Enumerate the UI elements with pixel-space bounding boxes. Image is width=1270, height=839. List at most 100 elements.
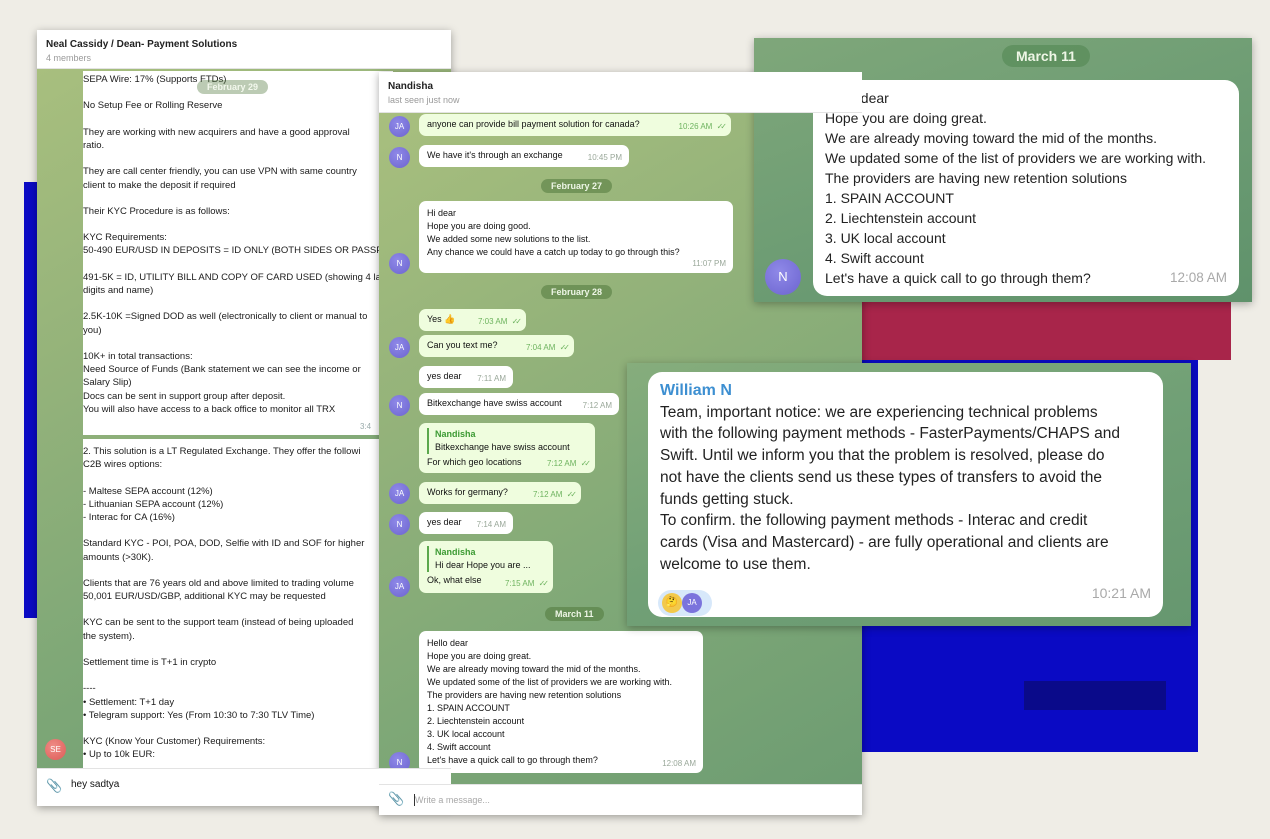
message-line: To confirm. the following payment method… (660, 512, 1088, 530)
message-time: 7:04 AM ✓✓ (526, 343, 570, 352)
message-line: 10K+ in total transactions: (83, 350, 193, 362)
message-line: 50,001 EUR/USD/GBP, additional KYC may b… (83, 591, 326, 603)
member-count: 4 members (46, 53, 92, 63)
message-text: yes dear (427, 371, 462, 381)
date-pill: March 11 (545, 607, 604, 621)
message-line: ---- (83, 683, 96, 695)
message-line: - Maltese SEPA account (12%) (83, 485, 213, 497)
last-seen-status: last seen just now (388, 95, 460, 105)
avatar-ja[interactable]: JA (389, 576, 410, 597)
attach-icon[interactable]: 📎 (46, 778, 62, 794)
message-line: Team, important notice: we are experienc… (660, 403, 1098, 421)
avatar-ja[interactable]: JA (389, 116, 410, 137)
message-line: 1. SPAIN ACCOUNT (825, 190, 954, 206)
message-line: 491-5K = ID, UTILITY BILL AND COPY OF CA… (83, 271, 386, 283)
chat-header: Neal Cassidy / Dean- Payment Solutions 4… (37, 30, 451, 69)
message-line: digits and name) (83, 285, 154, 296)
attach-icon[interactable]: 📎 (388, 791, 404, 807)
date-pill: February 27 (541, 179, 613, 193)
message-text: Can you text me? (427, 340, 498, 350)
message-line: not have the clients send us these types… (660, 468, 1103, 486)
message-line: client to make the deposit if required (83, 179, 236, 191)
message-line: 1. SPAIN ACCOUNT (427, 703, 510, 713)
date-pill: February 28 (541, 285, 613, 299)
message-line: amounts (>30K). (83, 551, 154, 563)
message-line: 4. Swift account (825, 250, 924, 266)
message-bubble: Hi dear Hope you are doing good. We adde… (419, 201, 733, 273)
message-time: 10:45 PM (587, 153, 622, 162)
message-text: Bitkexchange have swiss account (427, 398, 562, 408)
message-line: Clients that are 76 years old and above … (83, 577, 354, 589)
message-line (83, 337, 393, 350)
message-line: Salary Slip) (83, 377, 132, 389)
message-line: - Interac for CA (16%) (83, 511, 175, 523)
message-line: KYC Requirements: (83, 232, 167, 244)
message-line: We are already moving toward the mid of … (427, 664, 641, 674)
sender-avatar[interactable]: SE (45, 739, 66, 760)
avatar-n[interactable]: N (765, 259, 801, 295)
message-text: We have it's through an exchange (427, 150, 563, 160)
red-background-block (860, 298, 1231, 360)
message-input[interactable]: hey sadtya (71, 779, 119, 790)
quote-text: Bitkexchange have swiss account (435, 442, 570, 452)
message-line: The providers are having new retention s… (825, 170, 1127, 186)
avatar-n[interactable]: N (389, 514, 410, 535)
avatar-n[interactable]: N (389, 253, 410, 274)
message-bubble: anyone can provide bill payment solution… (419, 114, 731, 136)
message-input[interactable]: Write a message... (415, 795, 490, 805)
message-line: Any chance we could have a catch up toda… (427, 247, 680, 257)
message-line (83, 643, 393, 656)
thinking-emoji-icon: 🤔 (662, 593, 682, 613)
message-line: We updated some of the list of providers… (427, 677, 672, 687)
message-bubble: Works for germany? 7:12 AM ✓✓ (419, 482, 581, 504)
reaction-pill[interactable]: 🤔 JA (658, 590, 712, 616)
message-time: 12:08 AM (662, 759, 696, 768)
message-line: cards (Visa and Mastercard) - are fully … (660, 533, 1109, 551)
message-time: 7:12 AM (582, 401, 612, 410)
message-bubble: Nandisha Bitkexchange have swiss account… (419, 423, 595, 473)
reply-quote[interactable]: Nandisha Hi dear Hope you are ... (427, 546, 545, 572)
message-time: 7:15 AM ✓✓ (505, 579, 549, 588)
avatar-n[interactable]: N (389, 147, 410, 168)
message-line (83, 192, 393, 205)
message-line: Hello dear (825, 90, 889, 106)
message-bubble: yes dear 7:14 AM (419, 512, 513, 534)
avatar-ja[interactable]: JA (389, 337, 410, 358)
chat-title: Neal Cassidy / Dean- Payment Solutions (46, 39, 238, 50)
message-bubble: SEPA Wire: 17% (Supports FTDs) No Setup F… (83, 71, 393, 435)
message-line: 3. UK local account (427, 729, 505, 739)
date-pill: February 29 (197, 80, 269, 94)
message-line (83, 297, 393, 310)
sender-name[interactable]: William N (660, 380, 1151, 402)
reply-quote[interactable]: Nandisha Bitkexchange have swiss account (427, 428, 587, 454)
message-bubble: 2. This solution is a LT Regulated Excha… (83, 439, 393, 775)
message-line: Settlement time is T+1 in crypto (83, 657, 217, 668)
message-bubble: Can you text me? 7:04 AM ✓✓ (419, 335, 574, 357)
message-composer: 📎 Write a message... (379, 784, 862, 815)
message-bubble: William N Team, important notice: we are… (648, 372, 1163, 617)
message-bubble: Nandisha Hi dear Hope you are ... Ok, wh… (419, 541, 553, 593)
chat-header: Nandisha last seen just now (379, 72, 862, 113)
message-line (83, 152, 393, 165)
message-line: Standard KYC - POI, POA, DOD, Selfie wit… (83, 538, 365, 550)
avatar-ja[interactable]: JA (389, 483, 410, 504)
message-line: you) (83, 324, 102, 336)
message-bubble: Hello dear Hope you are doing great. We … (419, 631, 703, 773)
message-line: welcome to use them. (660, 555, 811, 573)
message-text: anyone can provide bill payment solution… (427, 119, 640, 129)
avatar-n[interactable]: N (389, 395, 410, 416)
message-line: 2. This solution is a LT Regulated Excha… (83, 446, 361, 457)
message-line: • Telegram support: Yes (From 10:30 to 7… (83, 709, 315, 721)
message-line (83, 471, 393, 484)
message-line: funds getting stuck. (660, 490, 794, 508)
message-text: yes dear (427, 517, 462, 527)
quote-author: Nandisha (435, 547, 476, 557)
message-line: Their KYC Procedure is as follows: (83, 205, 230, 217)
message-time: 12:08 AM (1169, 270, 1227, 285)
message-line: Let's have a quick call to go through th… (825, 270, 1091, 286)
message-time: 7:12 AM ✓✓ (533, 490, 577, 499)
message-line (83, 669, 393, 682)
date-pill: March 11 (1002, 45, 1090, 67)
message-line: 4. Swift account (427, 742, 491, 752)
message-bubble: Bitkexchange have swiss account 7:12 AM (419, 393, 619, 415)
